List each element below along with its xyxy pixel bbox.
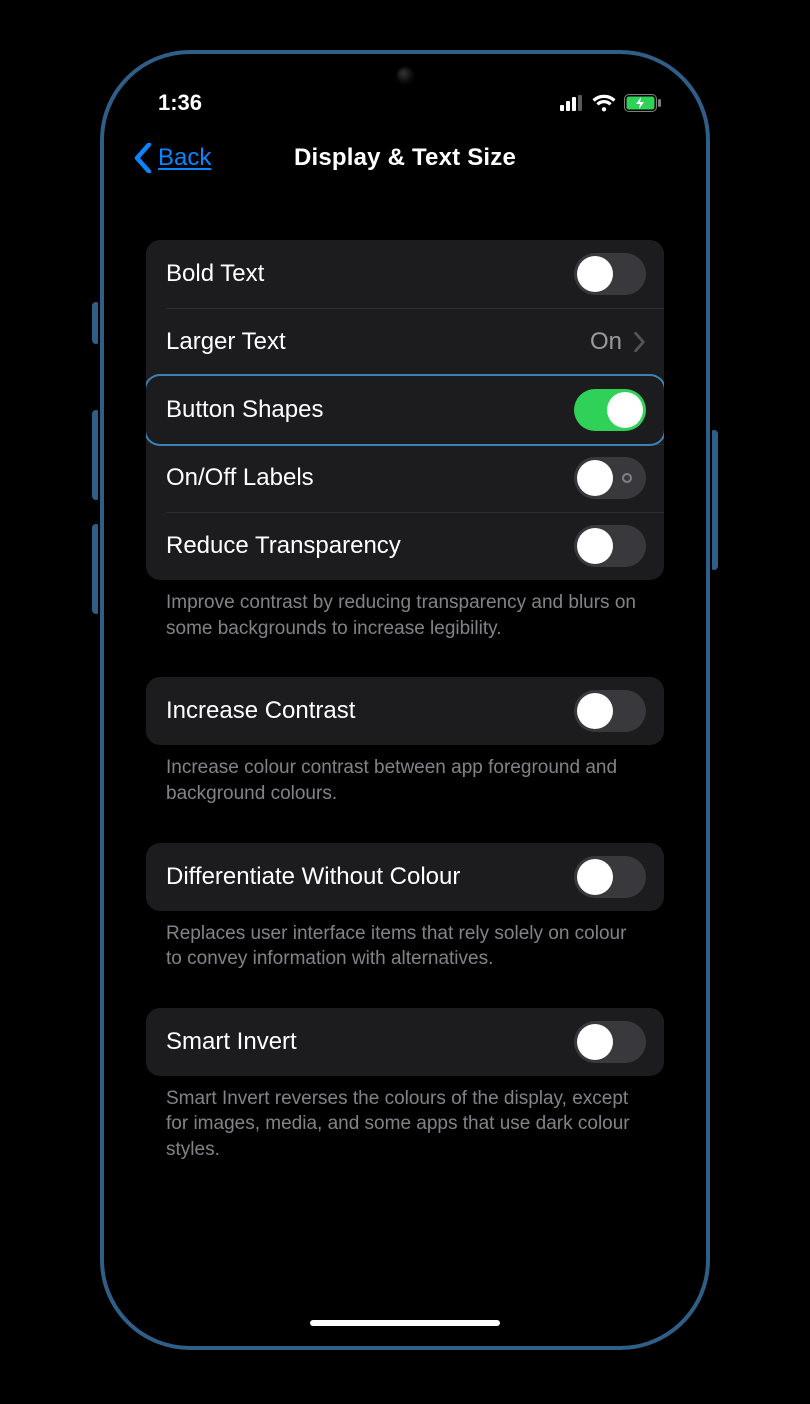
- group-footer: Replaces user interface items that rely …: [146, 911, 664, 1000]
- row-reduceTransparency[interactable]: Reduce Transparency: [146, 512, 664, 580]
- phone-frame: 1:36: [100, 50, 710, 1350]
- home-indicator[interactable]: [310, 1320, 500, 1326]
- toggle-knob: [577, 460, 613, 496]
- chevron-left-icon: [134, 143, 152, 173]
- toggle-increaseContrast[interactable]: [574, 690, 646, 732]
- group-footer: Smart Invert reverses the colours of the…: [146, 1076, 664, 1191]
- row-label: Bold Text: [166, 260, 264, 288]
- group-footer: Increase colour contrast between app for…: [146, 745, 664, 834]
- toggle-onOffLabels[interactable]: [574, 457, 646, 499]
- row-differentiateColour[interactable]: Differentiate Without Colour: [146, 843, 664, 911]
- row-label: Smart Invert: [166, 1028, 297, 1056]
- status-icons: [560, 94, 662, 112]
- back-button[interactable]: Back: [134, 143, 211, 173]
- row-smartInvert[interactable]: Smart Invert: [146, 1008, 664, 1076]
- toggle-off-marker: [622, 473, 632, 483]
- settings-group-cells: Smart Invert: [146, 1008, 664, 1076]
- toggle-knob: [577, 256, 613, 292]
- row-label: Larger Text: [166, 328, 286, 356]
- back-label: Back: [158, 144, 211, 172]
- row-label: Differentiate Without Colour: [166, 863, 460, 891]
- row-label: Reduce Transparency: [166, 532, 401, 560]
- settings-group-cells: Differentiate Without Colour: [146, 843, 664, 911]
- wifi-icon: [592, 94, 616, 112]
- settings-group: Increase Contrast Increase colour contras…: [146, 677, 664, 834]
- toggle-knob: [577, 528, 613, 564]
- row-boldText[interactable]: Bold Text: [146, 240, 664, 308]
- toggle-knob: [607, 392, 643, 428]
- group-footer: Improve contrast by reducing transparenc…: [146, 580, 664, 669]
- chevron-right-icon: [634, 332, 646, 352]
- settings-group: Smart Invert Smart Invert reverses the co…: [146, 1008, 664, 1191]
- notch: [290, 54, 520, 92]
- toggle-differentiateColour[interactable]: [574, 856, 646, 898]
- settings-group-cells: Increase Contrast: [146, 677, 664, 745]
- nav-bar: Back Display & Text Size: [114, 124, 696, 192]
- phone-volume-down: [92, 524, 100, 614]
- row-label: On/Off Labels: [166, 464, 314, 492]
- row-increaseContrast[interactable]: Increase Contrast: [146, 677, 664, 745]
- settings-content: Bold Text Larger Text On Button Shapes On/Of…: [114, 192, 696, 1191]
- row-buttonShapes[interactable]: Button Shapes: [146, 376, 664, 444]
- battery-icon: [624, 94, 662, 112]
- front-camera: [398, 68, 412, 82]
- phone-mute-switch: [92, 302, 100, 344]
- toggle-knob: [577, 859, 613, 895]
- toggle-reduceTransparency[interactable]: [574, 525, 646, 567]
- toggle-knob: [577, 1024, 613, 1060]
- toggle-knob: [577, 693, 613, 729]
- settings-group-cells: Bold Text Larger Text On Button Shapes On/Of…: [146, 240, 664, 580]
- row-value: On: [590, 328, 622, 356]
- row-label: Increase Contrast: [166, 697, 355, 725]
- cellular-icon: [560, 95, 584, 111]
- row-largerText[interactable]: Larger Text On: [146, 308, 664, 376]
- toggle-buttonShapes[interactable]: [574, 389, 646, 431]
- phone-volume-up: [92, 410, 100, 500]
- toggle-boldText[interactable]: [574, 253, 646, 295]
- phone-power-button: [710, 430, 718, 570]
- settings-group: Differentiate Without Colour Replaces use…: [146, 843, 664, 1000]
- toggle-smartInvert[interactable]: [574, 1021, 646, 1063]
- settings-group: Bold Text Larger Text On Button Shapes On/Of…: [146, 240, 664, 669]
- row-label: Button Shapes: [166, 396, 323, 424]
- row-onOffLabels[interactable]: On/Off Labels: [146, 444, 664, 512]
- status-time: 1:36: [158, 90, 202, 116]
- nav-title: Display & Text Size: [294, 144, 516, 172]
- screen: 1:36: [114, 64, 696, 1336]
